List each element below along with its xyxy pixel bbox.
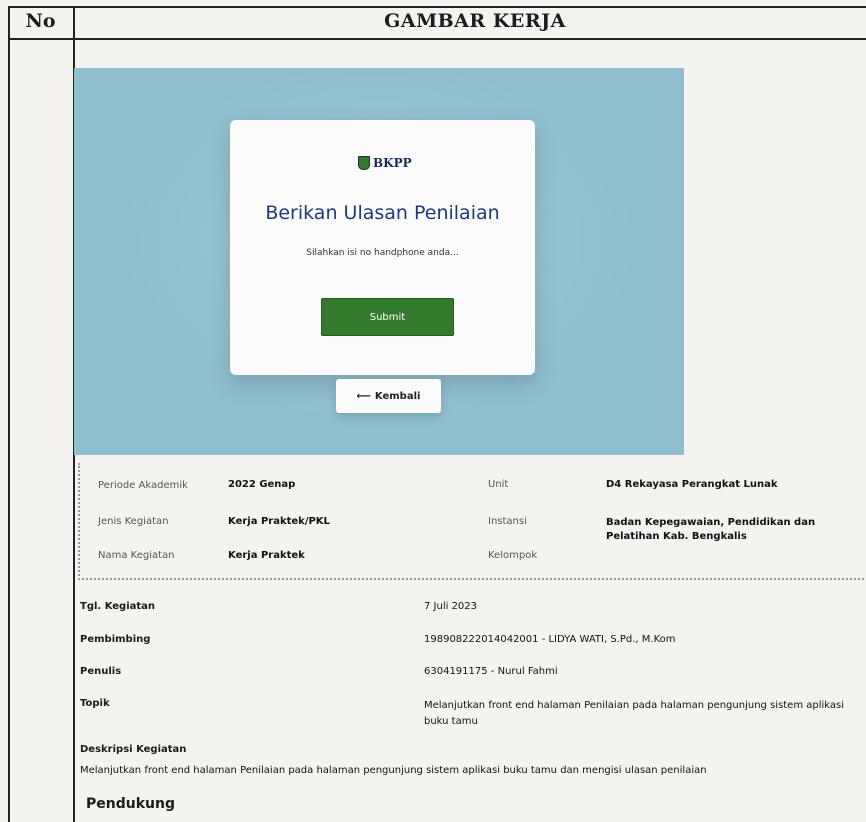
- penulis-label: Penulis: [80, 666, 122, 677]
- column-header-no: No: [25, 10, 56, 32]
- penulis-value: 6304191175 - Nurul Fahmi: [424, 666, 558, 677]
- topik-value: Melanjutkan front end halaman Penilaian …: [424, 700, 845, 727]
- tgl-kegiatan-value: 7 Juli 2023: [424, 601, 478, 612]
- tgl-kegiatan-label: Tgl. Kegiatan: [80, 601, 156, 612]
- pembimbing-label: Pembimbing: [80, 634, 151, 645]
- embedded-screenshot: BKPP Berikan Ulasan Penilaian Silahkan i…: [74, 68, 684, 455]
- kelompok-label: Kelompok: [488, 550, 538, 561]
- jenis-kegiatan-label: Jenis Kegiatan: [98, 516, 169, 527]
- arrow-left-icon: ⟵: [356, 390, 371, 402]
- periode-value: 2022 Genap: [228, 479, 296, 490]
- unit-value: D4 Rekayasa Perangkat Lunak: [606, 479, 778, 490]
- table-left-border: [8, 6, 10, 822]
- back-button[interactable]: ⟵ Kembali: [336, 379, 441, 413]
- jenis-kegiatan-value: Kerja Praktek/PKL: [228, 516, 330, 527]
- table-header-divider: [8, 38, 866, 40]
- shield-icon: [358, 156, 370, 170]
- phone-input[interactable]: Silahkan isi no handphone anda...: [230, 248, 535, 258]
- pendukung-heading: Pendukung: [86, 796, 175, 812]
- review-card: BKPP Berikan Ulasan Penilaian Silahkan i…: [230, 120, 535, 375]
- deskripsi-label: Deskripsi Kegiatan: [80, 744, 187, 755]
- document-page: No GAMBAR KERJA BKPP Berikan Ulasan Peni…: [0, 0, 866, 822]
- bkpp-logo: BKPP: [358, 156, 412, 170]
- submit-button[interactable]: Submit: [321, 298, 454, 336]
- unit-label: Unit: [488, 479, 509, 490]
- logo-text: BKPP: [373, 156, 412, 170]
- table-top-border: [8, 6, 866, 8]
- nama-kegiatan-value: Kerja Praktek: [228, 550, 305, 561]
- deskripsi-value: Melanjutkan front end halaman Penilaian …: [80, 765, 707, 776]
- instansi-value: Badan Kepegawaian, Pendidikan dan Pelati…: [606, 517, 816, 542]
- periode-label: Periode Akademik: [98, 480, 188, 491]
- instansi-label: Instansi: [488, 516, 527, 527]
- card-title: Berikan Ulasan Penilaian: [265, 202, 500, 224]
- column-header-gambar-kerja: GAMBAR KERJA: [384, 10, 566, 32]
- pembimbing-value: 198908222014042001 - LIDYA WATI, S.Pd., …: [424, 634, 676, 645]
- nama-kegiatan-label: Nama Kegiatan: [98, 550, 175, 561]
- topik-label: Topik: [80, 698, 110, 709]
- back-label: Kembali: [374, 390, 421, 402]
